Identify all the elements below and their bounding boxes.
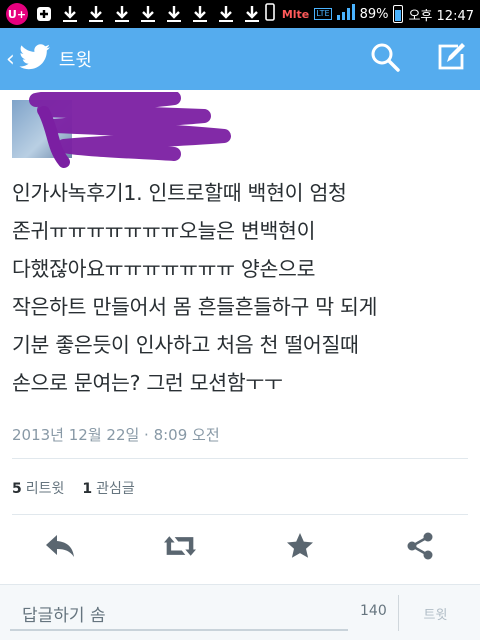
status-bar: U+ Mlte LTE 89% 오후 12:47 bbox=[0, 0, 480, 28]
clock: 오후 12:47 bbox=[408, 8, 474, 24]
signal-icon bbox=[336, 4, 355, 24]
tweet-actions bbox=[0, 518, 480, 574]
reply-bar: 답글하기 솜 140 트윗 bbox=[0, 584, 480, 640]
reply-icon[interactable] bbox=[44, 530, 76, 562]
lte-label: LTE bbox=[314, 8, 332, 20]
download-icon bbox=[86, 4, 106, 24]
tweet-line: 손으로 문여는? 그런 모션함ㅜㅜ bbox=[12, 371, 283, 395]
redaction-scribble bbox=[29, 92, 231, 168]
twitter-bird-icon[interactable] bbox=[19, 44, 51, 74]
download-icon bbox=[190, 4, 210, 24]
favorites-count: 1 bbox=[82, 481, 93, 497]
carrier-icon: U+ bbox=[6, 3, 28, 25]
network-label: Mlte bbox=[281, 7, 310, 21]
download-icon bbox=[216, 4, 236, 24]
tweet-stats: 5 리트윗 1 관심글 bbox=[12, 478, 135, 498]
favorites-stat[interactable]: 1 관심글 bbox=[82, 478, 134, 498]
retweets-label: 리트윗 bbox=[25, 481, 65, 497]
tweet-line: 작은하트 만들어서 몸 흔들흔들하구 막 되게 bbox=[12, 295, 378, 319]
compose-icon[interactable] bbox=[436, 42, 466, 76]
search-icon[interactable] bbox=[370, 42, 400, 76]
retweets-count: 5 bbox=[12, 481, 22, 497]
tweet-line: 인가사녹후기1. 인트로할때 백현이 엄청 bbox=[12, 181, 347, 205]
battery-icon bbox=[393, 5, 404, 23]
page-title: 트윗 bbox=[58, 50, 92, 70]
retweets-stat[interactable]: 5 리트윗 bbox=[12, 478, 64, 498]
app-bar: ‹ 트윗 bbox=[0, 28, 480, 90]
reply-input[interactable]: 답글하기 솜 bbox=[10, 595, 348, 631]
tweet-text: 인가사녹후기1. 인트로할때 백현이 엄청 존귀ㅠㅠㅠㅠㅠㅠㅠ오늘은 변백현이 … bbox=[12, 174, 472, 402]
tweet-timestamp: 2013년 12월 22일 · 8:09 오전 bbox=[12, 426, 220, 444]
star-icon[interactable] bbox=[284, 530, 316, 562]
download-icon bbox=[112, 4, 132, 24]
char-count: 140 bbox=[360, 603, 387, 619]
retweet-icon[interactable] bbox=[164, 530, 196, 562]
vibrate-icon bbox=[263, 3, 277, 25]
tweet-line: 기분 좋은듯이 인사하고 처음 천 떨어질때 bbox=[12, 333, 359, 357]
divider bbox=[12, 458, 468, 459]
chevron-left-icon[interactable]: ‹ bbox=[6, 47, 15, 72]
divider bbox=[12, 514, 468, 515]
tweet-line: 다했잖아요ㅠㅠㅠㅠㅠㅠㅠ 양손으로 bbox=[12, 257, 316, 281]
download-icon bbox=[60, 4, 80, 24]
battery-percent: 89% bbox=[359, 6, 389, 22]
tweet-line: 존귀ㅠㅠㅠㅠㅠㅠㅠ오늘은 변백현이 bbox=[12, 219, 316, 243]
download-icon bbox=[138, 4, 158, 24]
add-icon bbox=[34, 4, 54, 24]
share-icon[interactable] bbox=[404, 530, 436, 562]
tweet-send-button[interactable]: 트윗 bbox=[398, 595, 472, 631]
download-icon bbox=[164, 4, 184, 24]
download-icon bbox=[242, 4, 262, 24]
favorites-label: 관심글 bbox=[96, 481, 135, 497]
